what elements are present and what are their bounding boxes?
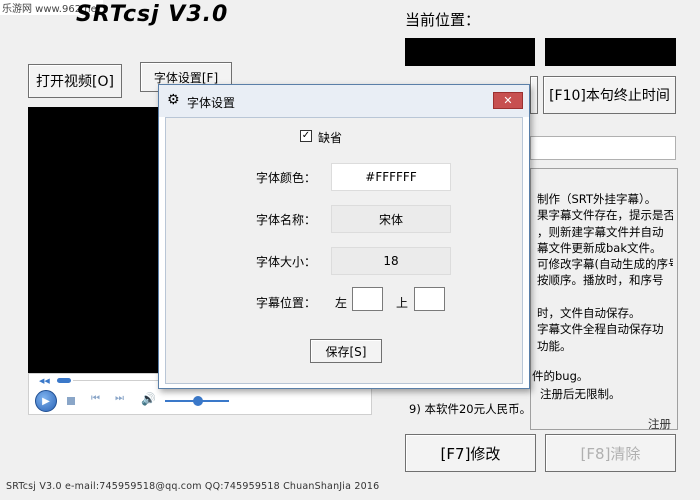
font-size-field[interactable]: 18 <box>331 247 451 275</box>
info-line: 字幕文件全程自动保存功 <box>537 322 664 337</box>
open-video-button[interactable]: 打开视频[O] <box>28 64 122 98</box>
font-color-label: 字体颜色： <box>256 171 317 185</box>
volume-icon[interactable]: 🔊 <box>141 392 156 406</box>
f8-button[interactable]: [F8]清除 <box>545 434 676 472</box>
default-label: 缺省 <box>318 131 343 145</box>
seek-back-icon[interactable]: ◀◀ <box>39 377 50 385</box>
info-line: 制作（SRT外挂字幕）。 <box>537 192 657 206</box>
font-color-field[interactable]: #FFFFFF <box>331 163 451 191</box>
info-line: ，则新建字幕文件并自动 <box>537 224 664 239</box>
location-field-2 <box>545 38 676 66</box>
default-checkbox[interactable]: ✓ <box>300 130 312 142</box>
info-line: 按顺序。播放时，和序号 <box>537 273 664 288</box>
info-line <box>537 289 673 305</box>
next-icon[interactable]: ⏭ <box>115 393 124 404</box>
info-line: 果字幕文件存在，提示是否 <box>537 208 673 223</box>
f7-modify-button[interactable]: [F7]修改 <box>405 434 536 472</box>
lower-info-line-1: 件的bug。 <box>532 369 589 383</box>
font-size-label: 字体大小： <box>256 255 317 269</box>
play-icon[interactable]: ▶ <box>35 390 57 412</box>
prev-icon[interactable]: ⏮ <box>91 393 100 404</box>
gear-icon: ⚙ <box>167 92 180 108</box>
location-field-1 <box>405 38 535 66</box>
seek-thumb[interactable] <box>57 378 71 383</box>
top-label: 上 <box>396 296 409 310</box>
info-line: 功能。 <box>537 338 572 353</box>
dialog-titlebar[interactable]: ⚙ 字体设置 ✕ <box>159 85 529 117</box>
volume-thumb[interactable] <box>193 396 203 406</box>
video-display <box>28 107 162 373</box>
subtitle-input[interactable] <box>530 136 676 160</box>
dialog-title: 字体设置 <box>187 96 236 110</box>
f9-start-button-partial[interactable] <box>530 76 538 114</box>
lower-info-line-3: 9) 本软件20元人民币。 <box>409 402 532 416</box>
location-label: 当前位置： <box>405 11 481 29</box>
close-icon: ✕ <box>503 94 513 107</box>
top-input[interactable] <box>414 287 445 311</box>
info-line: 可修改字幕(自动生成的序号 <box>537 257 673 272</box>
position-label: 字幕位置： <box>256 296 317 310</box>
left-label: 左 <box>335 296 348 310</box>
save-button[interactable]: 保存[S] <box>310 339 382 363</box>
f10-end-time-button[interactable]: [F10]本句终止时间 <box>543 76 676 114</box>
info-line: 幕文件更新成bak文件。 <box>537 240 662 255</box>
close-button[interactable]: ✕ <box>493 92 523 109</box>
footer: SRTcsj V3.0 e-mail:745959518@qq.com QQ:7… <box>6 481 380 492</box>
stop-icon[interactable] <box>67 397 75 405</box>
font-name-label: 字体名称： <box>256 213 317 227</box>
font-name-field[interactable]: 宋体 <box>331 205 451 233</box>
dialog-body: ✓ 缺省 字体颜色： #FFFFFF 字体名称： 宋体 字体大小： 18 字幕位… <box>165 117 523 384</box>
info-line: 时，文件自动保存。 <box>537 306 641 321</box>
left-input[interactable] <box>352 287 383 311</box>
lower-info-line-2: 注册后无限制。 <box>540 387 621 401</box>
font-settings-dialog: ⚙ 字体设置 ✕ ✓ 缺省 字体颜色： #FFFFFF 字体名称： 宋体 字体大… <box>158 84 530 389</box>
register-link[interactable]: 注册 <box>648 416 671 432</box>
app-title: SRTcsj V3.0 <box>76 2 229 27</box>
